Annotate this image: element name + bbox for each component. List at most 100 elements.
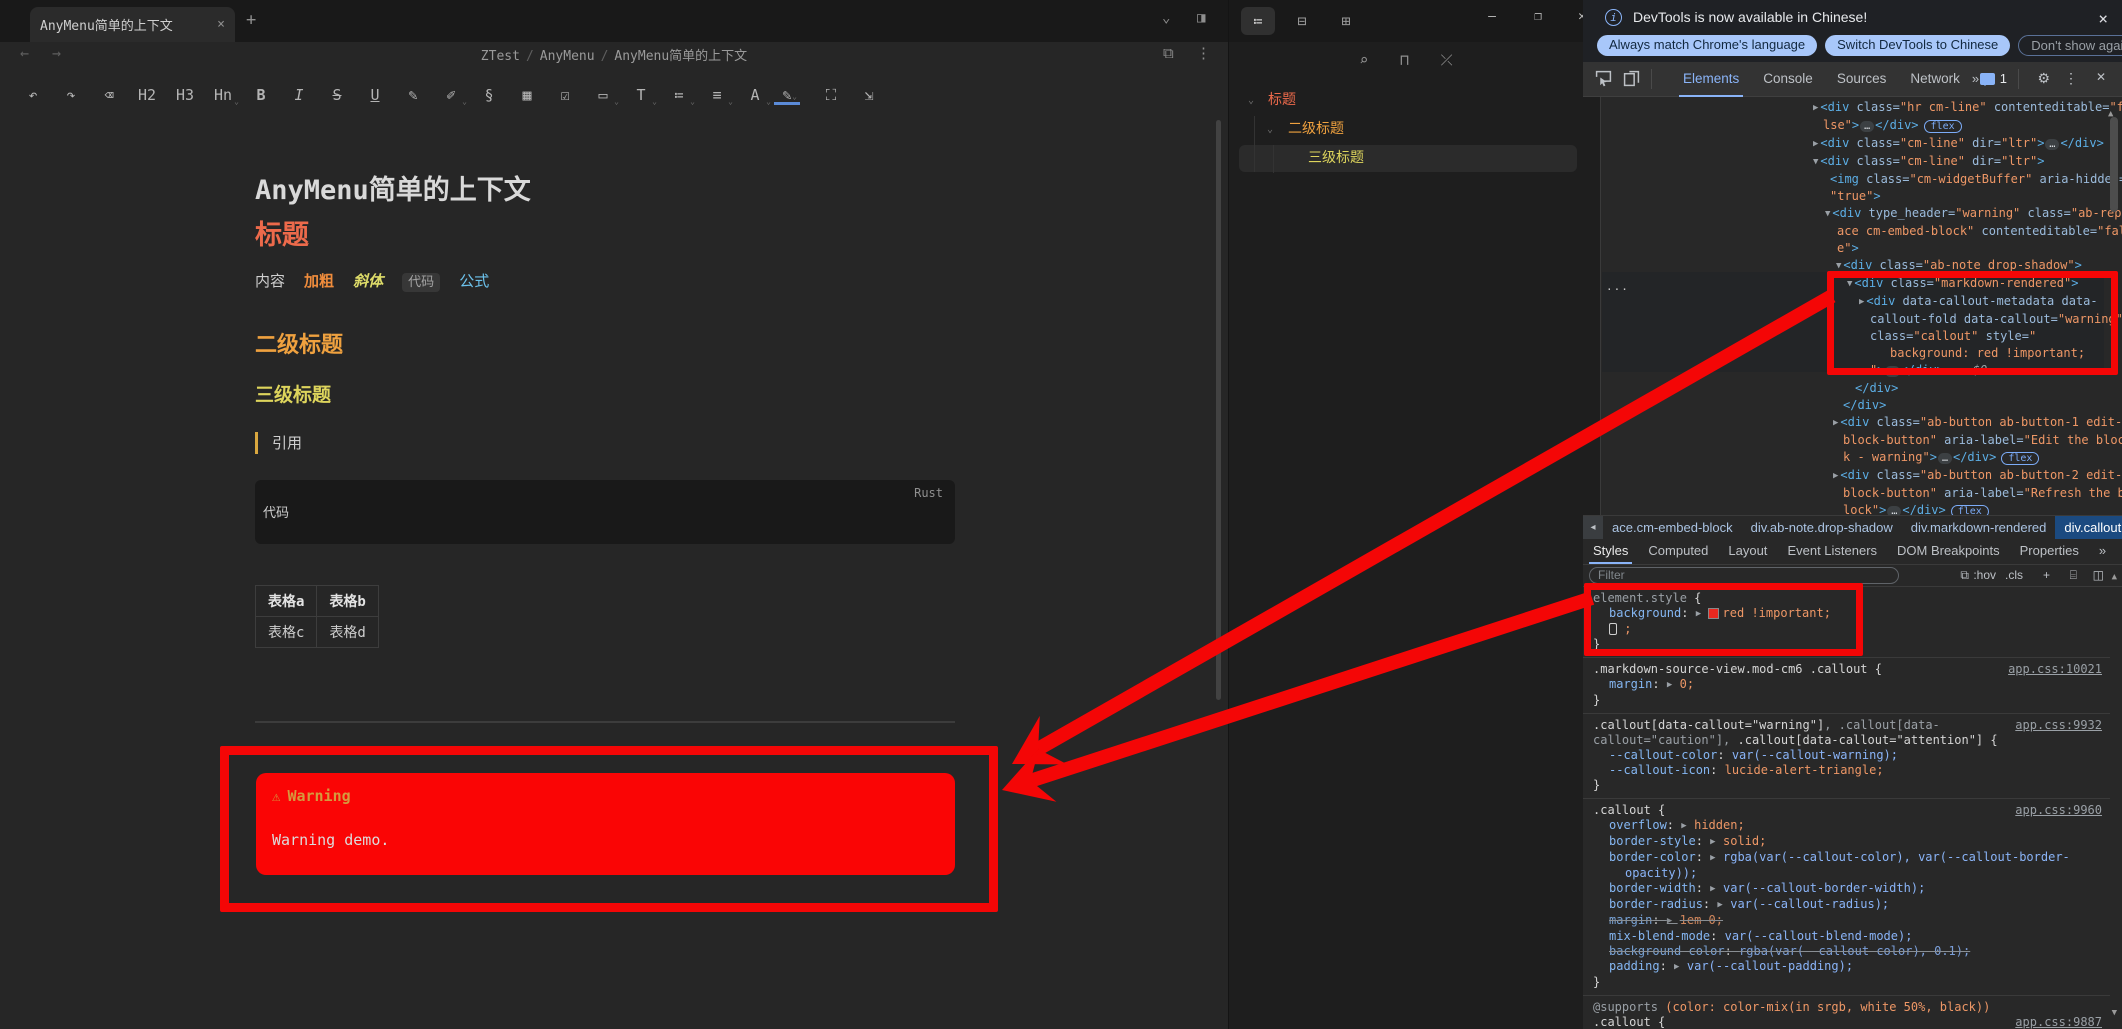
styles-tab-layout[interactable]: Layout (1718, 539, 1777, 564)
outline-item[interactable]: 三级标题 (1229, 144, 1583, 173)
paragraph[interactable]: 内容 加粗 斜体 代码 公式 (255, 270, 499, 291)
right-sidebar-toggle-icon[interactable]: ◨ (1197, 10, 1205, 26)
styles-tab-computed[interactable]: Computed (1638, 539, 1718, 564)
elements-tree[interactable]: ... ▶<div class="hr cm-line" contentedit… (1583, 97, 2122, 515)
filter-toggle-6[interactable]: ◫ (2093, 568, 2104, 582)
tab-list-icon[interactable]: ⌄ (1162, 10, 1170, 26)
clear-formatting-icon[interactable]: ⌫ (90, 86, 128, 104)
styles-pane[interactable]: element.style {background: ▶ red !import… (1583, 587, 2110, 1029)
outline-item[interactable]: ⌄二级标题 (1229, 115, 1583, 144)
breadcrumb-part[interactable]: AnyMenu简单的上下文 (614, 49, 747, 64)
heading-3[interactable]: 三级标题 (255, 380, 331, 407)
inspect-element-icon[interactable] (1595, 70, 1612, 87)
device-toolbar-icon[interactable] (1623, 70, 1640, 87)
code-block[interactable]: 代码 Rust (255, 480, 955, 544)
notification-button[interactable]: Switch DevTools to Chinese (1825, 35, 2010, 56)
element-breadcrumb[interactable]: div.markdown-rendered (1902, 516, 2056, 539)
stylesheet-link[interactable]: app.css:9932 (2015, 718, 2102, 733)
elements-scrollbar[interactable]: ▲ (2108, 101, 2120, 120)
more-tabs-icon[interactable]: » (2089, 539, 2116, 564)
notification-button[interactable]: Always match Chrome's language (1597, 35, 1817, 56)
highlight-icon[interactable]: ✎ (394, 86, 432, 104)
fold-icon[interactable]: ⇲ (850, 86, 888, 104)
styles-filter-input[interactable]: Filter (1589, 567, 1899, 584)
settings-gear-icon[interactable]: ⚙ (2037, 70, 2050, 87)
filter-toggle-5[interactable]: ⌸ (2070, 568, 2077, 583)
styles-tab-event-listeners[interactable]: Event Listeners (1777, 539, 1887, 564)
tab-close-icon[interactable]: × (217, 17, 225, 32)
filter-toggle-1[interactable]: ⧉ (1960, 568, 1969, 583)
heading-3-icon[interactable]: H3 (166, 86, 204, 104)
note-title[interactable]: AnyMenu简单的上下文 (255, 168, 531, 207)
reading-mode-icon[interactable]: ⧉ (1163, 44, 1174, 62)
issues-indicator[interactable]: 1 (1980, 71, 2007, 86)
table-icon[interactable]: ▦ (508, 86, 546, 104)
underline-icon[interactable]: U (356, 86, 394, 104)
devtools-tab-console[interactable]: Console (1751, 62, 1825, 97)
table-cell[interactable]: 表格c (256, 617, 317, 648)
css-rule-block[interactable]: .markdown-source-view.mod-cm6 .callout {… (1583, 658, 2110, 714)
element-breadcrumb[interactable]: div.ab-note.drop-shadow (1742, 516, 1902, 539)
redo-icon[interactable]: ↷ (52, 86, 90, 104)
fullscreen-icon[interactable]: ⛶ (812, 86, 850, 104)
note-tab[interactable]: AnyMenu简单的上下文 × (30, 7, 235, 42)
outline-item[interactable]: ⌄标题 (1229, 86, 1583, 115)
chevron-down-icon[interactable]: ⌄ (1248, 86, 1254, 115)
table-cell[interactable]: 表格d (317, 617, 378, 648)
element-breadcrumb[interactable]: ace.cm-embed-block (1603, 516, 1742, 539)
styles-tab-properties[interactable]: Properties (2010, 539, 2089, 564)
devtools-kebab-icon[interactable]: ⋮ (2064, 70, 2078, 87)
filter-toggle-2[interactable]: :hov (1973, 568, 1996, 582)
scrollbar-thumb[interactable] (2110, 117, 2118, 212)
pane-tab-calendar-icon[interactable]: ⊞ (1329, 7, 1363, 35)
window-minimize-button[interactable]: — (1469, 0, 1515, 34)
blockquote[interactable]: 引用 (255, 432, 302, 454)
heading-1[interactable]: 标题 (255, 213, 309, 252)
warning-callout[interactable]: ⚠Warning Warning demo. (256, 773, 955, 875)
table-header-cell[interactable]: 表格a (256, 586, 317, 617)
stylesheet-link[interactable]: app.css:9960 (2015, 803, 2102, 818)
undo-icon[interactable]: ↶ (14, 86, 52, 104)
font-color-icon[interactable]: A⌄ (736, 86, 774, 104)
filter-toggle-4[interactable]: + (2043, 568, 2050, 582)
text-format-icon[interactable]: T⌄ (622, 86, 660, 104)
strikethrough-icon[interactable]: S (318, 86, 356, 104)
heading-2[interactable]: 二级标题 (255, 327, 343, 359)
notification-button[interactable]: Don't show again (2018, 35, 2122, 56)
attachment-icon[interactable]: § (470, 86, 508, 104)
task-list-icon[interactable]: ☑ (546, 86, 584, 104)
pane-tab-archive-icon[interactable]: ⊟ (1285, 7, 1319, 35)
devtools-close-icon[interactable]: ✕ (2096, 70, 2106, 84)
align-icon[interactable]: ≡⌄ (698, 86, 736, 104)
italic-icon[interactable]: I (280, 86, 318, 104)
more-tabs-icon[interactable]: » (1972, 62, 1979, 97)
outline-search-icon[interactable]: ⌕ (1359, 51, 1368, 69)
css-rule-block[interactable]: element.style {background: ▶ red !import… (1583, 587, 2110, 658)
window-restore-button[interactable]: ❐ (1515, 0, 1561, 34)
breadcrumb-left-icon[interactable]: ◂ (1583, 516, 1603, 539)
node-hover-dots[interactable]: ... (1606, 280, 1629, 293)
devtools-tab-sources[interactable]: Sources (1825, 62, 1899, 97)
css-rule-block[interactable]: .callout {app.css:9960overflow: ▶ hidden… (1583, 799, 2110, 996)
heading-level-icon[interactable]: Hn⌄ (204, 86, 242, 104)
new-tab-button[interactable]: + (246, 10, 256, 30)
heading-2-icon[interactable]: H2 (128, 86, 166, 104)
css-rule-block[interactable]: @supports (color: color-mix(in srgb, whi… (1583, 996, 2110, 1029)
bold-icon[interactable]: B (242, 86, 280, 104)
devtools-tab-network[interactable]: Network (1898, 62, 1972, 97)
markdown-table[interactable]: 表格a表格b 表格c表格d (255, 585, 379, 648)
callout-icon[interactable]: ✐⌄ (432, 86, 470, 104)
notification-close-icon[interactable]: × (2098, 9, 2108, 28)
outline-collapse-icon[interactable]: ⤫ (1441, 51, 1453, 69)
comment-icon[interactable]: ▭⌄ (584, 86, 622, 104)
devtools-tab-elements[interactable]: Elements (1671, 62, 1751, 97)
outline-expand-icon[interactable]: ⊓ (1400, 51, 1409, 69)
table-header-cell[interactable]: 表格b (317, 586, 378, 617)
pane-tab-outline-list-icon[interactable]: ≔ (1241, 7, 1275, 35)
pen-color-icon[interactable]: ✎⌄ (774, 88, 800, 105)
chevron-down-icon[interactable]: ⌄ (1267, 115, 1273, 144)
styles-tab-dom-breakpoints[interactable]: DOM Breakpoints (1887, 539, 2010, 564)
styles-scroll-up-icon[interactable]: ▲ (2112, 572, 2117, 582)
stylesheet-link[interactable]: app.css:10021 (2008, 662, 2102, 677)
css-rule-block[interactable]: .callout[data-callout="warning"], .callo… (1583, 714, 2110, 799)
